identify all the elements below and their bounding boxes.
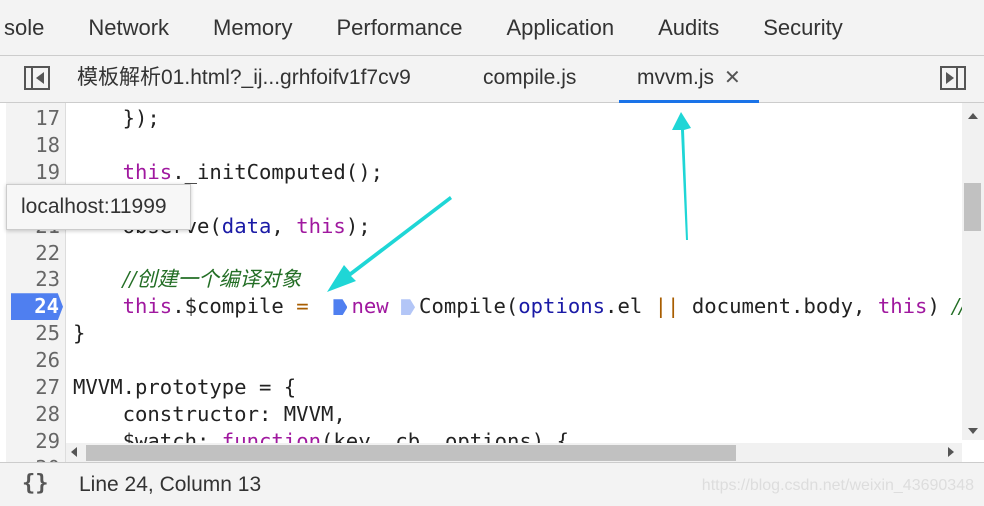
- panel-tab-security[interactable]: Security: [741, 15, 864, 41]
- line-number[interactable]: 27: [6, 374, 60, 401]
- devtools-panel-tabs: sole Network Memory Performance Application A…: [0, 0, 984, 56]
- panel-tab-performance[interactable]: Performance: [315, 15, 485, 41]
- code-token: ,: [271, 213, 297, 238]
- scroll-down-icon[interactable]: [968, 428, 978, 434]
- code-text: //创建一个编译对象: [73, 266, 302, 293]
- code-token: ): [927, 294, 953, 319]
- inline-breakpoint-marker-icon[interactable]: [333, 299, 348, 316]
- code-token: //创建一个编译对象: [122, 267, 302, 292]
- file-tab-label: 模板解析01.html?_ij...grhfoifv1f7cv9: [77, 66, 411, 89]
- code-text: });: [73, 105, 160, 132]
- code-token: document.body,: [679, 294, 878, 319]
- scroll-left-icon[interactable]: [71, 447, 77, 457]
- code-line: 26: [6, 347, 962, 374]
- code-text: constructor: MVVM,: [73, 401, 346, 428]
- file-tab-label: compile.js: [483, 66, 577, 89]
- line-number[interactable]: 18: [6, 132, 60, 159]
- cursor-position: Line 24, Column 13: [79, 473, 262, 496]
- panel-tab-network[interactable]: Network: [66, 15, 191, 41]
- pretty-print-button[interactable]: {}: [22, 471, 49, 496]
- line-number[interactable]: 30: [6, 455, 60, 462]
- code-token: //: [952, 294, 962, 319]
- code-line: 22: [6, 240, 962, 267]
- line-number[interactable]: 29: [6, 428, 60, 455]
- line-number[interactable]: 22: [6, 240, 60, 267]
- horizontal-scrollbar[interactable]: [66, 443, 962, 462]
- code-token: this: [122, 294, 173, 319]
- code-token: constructor: MVVM,: [73, 401, 346, 426]
- line-number[interactable]: 17: [6, 105, 60, 132]
- code-line: 24 this.$compile = new Compile(options.e…: [6, 293, 962, 321]
- code-token: new: [351, 294, 389, 319]
- line-number[interactable]: 26: [6, 347, 60, 374]
- code-token: ||: [654, 294, 680, 319]
- code-token: });: [73, 106, 160, 130]
- code-token: }: [73, 321, 86, 346]
- code-line: 28 constructor: MVVM,: [6, 401, 962, 428]
- code-token: ._initComputed();: [172, 159, 383, 184]
- code-text: MVVM.prototype = {: [73, 374, 296, 401]
- code-line: 17 });: [6, 105, 962, 132]
- panel-tab-application[interactable]: Application: [484, 15, 636, 41]
- line-number[interactable]: 28: [6, 401, 60, 428]
- panel-tab-sole[interactable]: sole: [0, 15, 66, 41]
- file-tab-label: mvvm.js: [637, 66, 714, 89]
- vertical-scrollbar[interactable]: [962, 103, 984, 440]
- code-token: data: [221, 213, 272, 238]
- toggle-navigator-button[interactable]: [24, 66, 50, 90]
- code-token: .$compile: [172, 294, 297, 319]
- line-number[interactable]: 25: [6, 320, 60, 347]
- status-bar: {} Line 24, Column 13 https://blog.csdn.…: [0, 462, 984, 506]
- code-token: =: [296, 294, 309, 319]
- code-editor[interactable]: 17 });1819 this._initComputed();2021 obs…: [6, 103, 962, 462]
- source-file-tabs: 模板解析01.html?_ij...grhfoifv1f7cv9 compile…: [0, 56, 984, 103]
- vertical-scroll-thumb[interactable]: [964, 183, 981, 231]
- code-line: 18: [6, 132, 962, 159]
- close-icon[interactable]: ✕: [724, 67, 741, 89]
- code-line: 23 //创建一个编译对象: [6, 266, 962, 293]
- code-line: 27 MVVM.prototype = {: [6, 374, 962, 401]
- line-number[interactable]: 23: [6, 266, 60, 293]
- code-token: MVVM.prototype = {: [73, 375, 297, 399]
- file-tab-compile-js[interactable]: compile.js: [483, 56, 576, 103]
- breakpoint-line-number[interactable]: 24: [11, 293, 63, 321]
- scroll-up-icon[interactable]: [968, 113, 978, 119]
- code-token: this: [877, 294, 928, 319]
- code-token: this: [122, 159, 173, 184]
- code-token: Compile(: [419, 294, 519, 319]
- code-token: options: [518, 294, 606, 319]
- url-tooltip: localhost:11999: [6, 184, 191, 230]
- code-line: 25}: [6, 320, 962, 347]
- line-number[interactable]: 19: [6, 159, 60, 186]
- code-token: this: [296, 213, 346, 238]
- file-tab-mvvm-js[interactable]: mvvm.js ✕: [619, 56, 759, 103]
- watermark: https://blog.csdn.net/weixin_43690348: [701, 477, 974, 494]
- code-line: 19 this._initComputed();: [6, 159, 962, 186]
- code-text: this._initComputed();: [73, 159, 383, 186]
- code-text: }: [73, 320, 85, 347]
- horizontal-scroll-thumb[interactable]: [86, 445, 736, 461]
- code-token: );: [345, 213, 371, 238]
- code-text: this.$compile = new Compile(options.el |…: [73, 293, 962, 320]
- panel-tab-memory[interactable]: Memory: [191, 15, 314, 41]
- toggle-debugger-button[interactable]: [940, 66, 966, 90]
- scroll-right-icon[interactable]: [948, 447, 954, 457]
- file-tab-template-html[interactable]: 模板解析01.html?_ij...grhfoifv1f7cv9: [77, 56, 411, 103]
- panel-tab-audits[interactable]: Audits: [636, 15, 741, 41]
- code-token: .el: [605, 294, 655, 319]
- inline-breakpoint-marker-icon[interactable]: [401, 299, 416, 316]
